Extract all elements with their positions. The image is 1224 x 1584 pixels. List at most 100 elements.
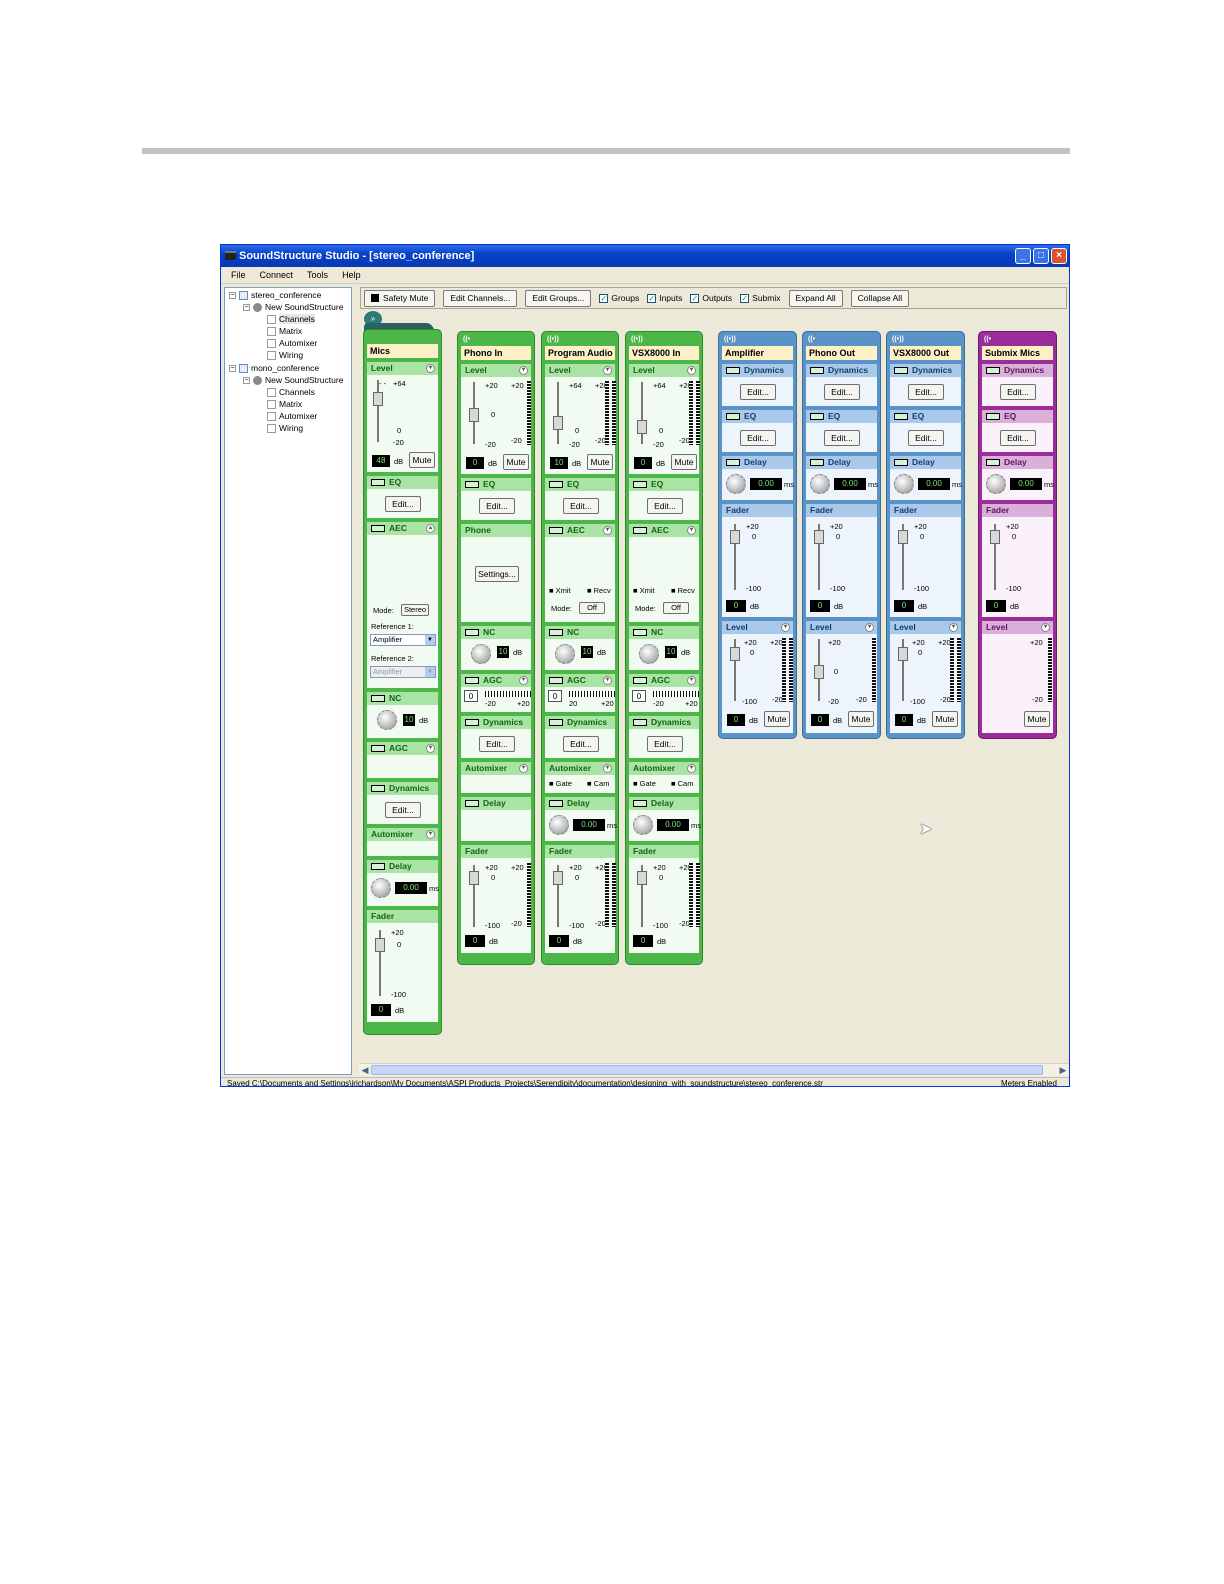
- fader-display[interactable]: 0: [726, 600, 746, 612]
- enable-toggle[interactable]: [465, 629, 479, 636]
- level-slider[interactable]: [553, 416, 563, 430]
- chevron-down-icon[interactable]: ▾: [519, 764, 528, 773]
- mute-button[interactable]: Mute: [932, 711, 958, 727]
- chevron-down-icon[interactable]: ▾: [603, 366, 612, 375]
- menu-connect[interactable]: Connect: [260, 267, 294, 283]
- eq-edit-button[interactable]: Edit...: [479, 498, 515, 514]
- fader-display[interactable]: 0: [465, 935, 485, 947]
- nc-display[interactable]: 10: [497, 646, 509, 658]
- enable-toggle[interactable]: [810, 459, 824, 466]
- delay-knob[interactable]: [810, 474, 830, 494]
- fader-slider[interactable]: [814, 530, 824, 544]
- mute-button[interactable]: Mute: [503, 454, 529, 470]
- fader-display[interactable]: 0: [371, 1004, 391, 1016]
- tree-page-matrix[interactable]: Matrix: [267, 326, 302, 336]
- collapse-all-button[interactable]: Collapse All: [850, 289, 910, 307]
- gain-display[interactable]: 10: [550, 457, 568, 469]
- fader-slider[interactable]: [898, 530, 908, 544]
- tree-project-stereo[interactable]: − stereo_conference: [229, 290, 321, 300]
- chevron-down-icon[interactable]: ▾: [949, 623, 958, 632]
- tree-device[interactable]: − New SoundStructure: [243, 375, 343, 385]
- tree-page-matrix[interactable]: Matrix: [267, 399, 302, 409]
- chevron-down-icon[interactable]: ▾: [603, 764, 612, 773]
- chevron-down-icon[interactable]: ▾: [426, 744, 435, 753]
- delay-display[interactable]: 0.00: [573, 819, 605, 831]
- delay-display[interactable]: 0.00: [918, 478, 950, 490]
- enable-toggle[interactable]: [726, 367, 740, 374]
- gain-display[interactable]: 0: [634, 457, 652, 469]
- delay-knob[interactable]: [894, 474, 914, 494]
- tree-project-mono[interactable]: − mono_conference: [229, 363, 319, 373]
- close-button[interactable]: ×: [1051, 248, 1067, 264]
- eq-edit-button[interactable]: Edit...: [385, 496, 421, 512]
- chevron-down-icon[interactable]: ▾: [687, 676, 696, 685]
- chevron-down-icon[interactable]: ▾: [603, 526, 612, 535]
- aec-mode-button[interactable]: Stereo: [401, 604, 429, 616]
- dynamics-edit-button[interactable]: Edit...: [385, 802, 421, 818]
- delay-display[interactable]: 0.00: [750, 478, 782, 490]
- nc-knob[interactable]: [471, 644, 491, 664]
- eq-edit-button[interactable]: Edit...: [563, 498, 599, 514]
- chevron-down-icon[interactable]: ▾: [519, 676, 528, 685]
- enable-toggle[interactable]: [726, 459, 740, 466]
- eq-edit-button[interactable]: Edit...: [740, 430, 776, 446]
- delay-display[interactable]: 0.00: [1010, 478, 1042, 490]
- chevron-down-icon[interactable]: ▾: [781, 623, 790, 632]
- gain-display[interactable]: 0: [466, 457, 484, 469]
- mute-button[interactable]: Mute: [848, 711, 874, 727]
- tree-page-channels[interactable]: Channels: [267, 387, 315, 397]
- maximize-button[interactable]: □: [1033, 248, 1049, 264]
- enable-toggle[interactable]: [633, 527, 647, 534]
- enable-toggle[interactable]: [371, 863, 385, 870]
- nc-display[interactable]: 10: [403, 714, 415, 726]
- mute-button[interactable]: Mute: [409, 452, 435, 468]
- fader-slider[interactable]: [469, 871, 479, 885]
- nc-knob[interactable]: [555, 644, 575, 664]
- level-slider[interactable]: [469, 408, 479, 422]
- tree-device[interactable]: − New SoundStructure: [243, 302, 343, 312]
- fader-slider[interactable]: [990, 530, 1000, 544]
- enable-toggle[interactable]: [633, 719, 647, 726]
- groups-checkbox[interactable]: ✓ Groups: [599, 293, 639, 303]
- dynamics-edit-button[interactable]: Edit...: [647, 736, 683, 752]
- outputs-checkbox[interactable]: ✓ Outputs: [690, 293, 732, 303]
- scroll-right-icon[interactable]: ▶: [1057, 1064, 1069, 1076]
- level-slider[interactable]: [730, 647, 740, 661]
- aec-mode-button[interactable]: Off: [579, 602, 605, 614]
- chevron-down-icon[interactable]: ▾: [687, 526, 696, 535]
- dynamics-edit-button[interactable]: Edit...: [479, 736, 515, 752]
- dynamics-edit-button[interactable]: Edit...: [824, 384, 860, 400]
- chevron-up-icon[interactable]: ▴: [426, 524, 435, 533]
- delay-knob[interactable]: [549, 815, 569, 835]
- menu-tools[interactable]: Tools: [307, 267, 328, 283]
- menu-file[interactable]: File: [231, 267, 246, 283]
- chevron-down-icon[interactable]: ▾: [687, 764, 696, 773]
- nc-display[interactable]: 10: [665, 646, 677, 658]
- delay-knob[interactable]: [371, 878, 391, 898]
- delay-knob[interactable]: [986, 474, 1006, 494]
- scroll-left-icon[interactable]: ◀: [359, 1064, 371, 1076]
- chevron-down-icon[interactable]: ▾: [1041, 623, 1050, 632]
- inputs-checkbox[interactable]: ✓ Inputs: [647, 293, 682, 303]
- level-slider[interactable]: [637, 420, 647, 434]
- enable-toggle[interactable]: [549, 719, 563, 726]
- enable-toggle[interactable]: [549, 629, 563, 636]
- delay-display[interactable]: 0.00: [657, 819, 689, 831]
- level-slider[interactable]: [373, 392, 383, 406]
- enable-toggle[interactable]: [633, 629, 647, 636]
- delay-knob[interactable]: [726, 474, 746, 494]
- enable-toggle[interactable]: [465, 800, 479, 807]
- enable-toggle[interactable]: [894, 367, 908, 374]
- enable-toggle[interactable]: [633, 677, 647, 684]
- fader-slider[interactable]: [730, 530, 740, 544]
- collapse-icon[interactable]: −: [229, 291, 236, 299]
- eq-edit-button[interactable]: Edit...: [908, 430, 944, 446]
- collapse-icon[interactable]: −: [243, 376, 250, 384]
- chevron-down-icon[interactable]: ▾: [603, 676, 612, 685]
- chevron-down-icon[interactable]: ▾: [426, 364, 435, 373]
- collapse-icon[interactable]: −: [243, 303, 250, 311]
- fader-display[interactable]: 0: [633, 935, 653, 947]
- delay-knob[interactable]: [633, 815, 653, 835]
- level-slider[interactable]: [898, 647, 908, 661]
- delay-display[interactable]: 0.00: [395, 882, 427, 894]
